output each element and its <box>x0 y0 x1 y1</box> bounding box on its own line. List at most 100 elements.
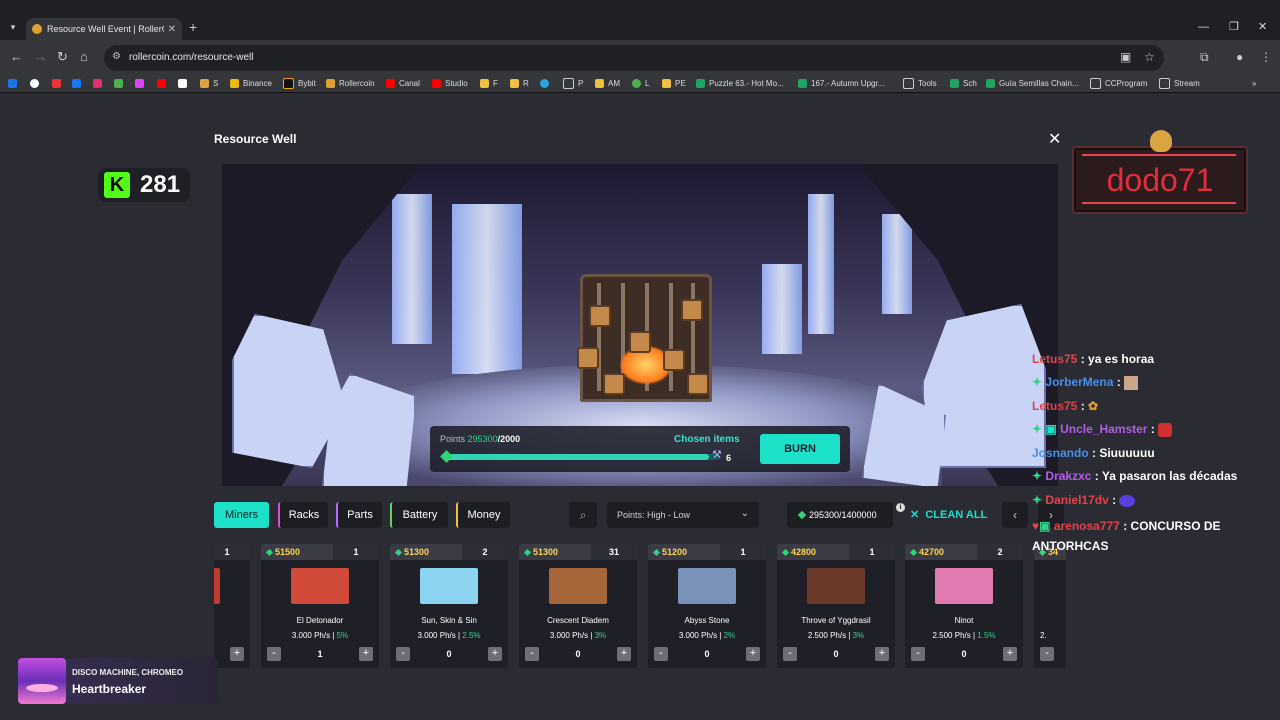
points-current: 295300 <box>467 434 498 444</box>
decrease-button[interactable]: - <box>396 647 410 661</box>
decrease-button[interactable]: - <box>267 647 281 661</box>
address-bar[interactable]: ⚙ rollercoin.com/resource-well ☆ ▣ <box>104 45 1164 71</box>
bookmark-icon-2[interactable] <box>52 76 65 90</box>
increase-button[interactable]: + <box>359 647 373 661</box>
bookmark-star-icon[interactable]: ☆ <box>1144 50 1155 64</box>
padlock-icon <box>577 347 599 369</box>
youtube-icon[interactable] <box>157 76 170 90</box>
info-icon[interactable]: i <box>896 503 905 512</box>
bookmark-label: Guía Semillas Chain... <box>999 78 1079 88</box>
bookmark-puzzle[interactable]: Puzzle 63.- Hot Mo... <box>696 76 784 90</box>
increase-button[interactable]: + <box>875 647 889 661</box>
tab-parts[interactable]: Parts <box>336 502 382 528</box>
search-icon[interactable]: ⌕ <box>569 502 597 528</box>
facebook-icon[interactable] <box>72 76 85 90</box>
bookmark-folder-p[interactable]: P <box>563 76 583 90</box>
bookmark-sch[interactable]: Sch <box>950 76 977 90</box>
chat-text: ya es horaa <box>1088 352 1155 366</box>
bookmark-icon-1[interactable] <box>30 76 43 90</box>
bookmarks-bar: S Binance Bybit Rollercoin Canal Studio … <box>0 74 1280 93</box>
increase-button[interactable]: + <box>617 647 631 661</box>
bookmark-r[interactable]: R <box>510 76 529 90</box>
bookmark-l[interactable]: L <box>632 76 649 90</box>
waterfall <box>882 214 912 314</box>
bookmark-rollercoin[interactable]: Rollercoin <box>326 76 375 90</box>
close-icon[interactable]: ✕ <box>1048 131 1061 149</box>
bookmark-autumn[interactable]: 167.- Autumn Upgr... <box>798 76 884 90</box>
card-power-value: 2. <box>1040 631 1047 640</box>
install-app-icon[interactable]: ▣ <box>1120 50 1131 64</box>
bookmark-stream[interactable]: Stream <box>1159 76 1200 90</box>
tab-search-icon[interactable]: ▾ <box>6 20 20 34</box>
miner-card[interactable]: 51500 1 El Detonador 3.000 Ph/s | 5% - 1… <box>261 544 379 668</box>
bookmark-canal[interactable]: Canal <box>386 76 420 90</box>
minimize-icon[interactable]: — <box>1198 22 1209 33</box>
bookmark-tools[interactable]: Tools <box>903 76 937 90</box>
menu-icon[interactable]: ⋮ <box>1260 50 1272 64</box>
decrease-button[interactable]: - <box>1040 647 1054 661</box>
card-price-value: 51300 <box>404 547 430 557</box>
back-icon[interactable]: ← <box>10 49 23 65</box>
clean-all-button[interactable]: ✕ CLEAN ALL <box>910 508 987 521</box>
gem-icon <box>440 450 453 463</box>
site-info-icon[interactable]: ⚙ <box>112 51 121 62</box>
x-icon[interactable] <box>178 76 191 90</box>
extensions-icon[interactable]: ⧉ <box>1200 50 1209 65</box>
new-tab-icon[interactable]: + <box>189 20 197 34</box>
bookmark-binance[interactable]: Binance <box>230 76 272 90</box>
bookmark-f[interactable]: F <box>480 76 498 90</box>
increase-button[interactable]: + <box>1003 647 1017 661</box>
bookmark-ccprogram[interactable]: CCProgram <box>1090 76 1147 90</box>
card-bonus: 3% <box>594 631 607 640</box>
bookmark-icon-3[interactable] <box>114 76 127 90</box>
card-quantity: 1 <box>720 544 766 560</box>
profile-icon[interactable]: ● <box>1236 50 1243 64</box>
bookmark-bybit[interactable]: Bybit <box>283 76 316 90</box>
tab-money[interactable]: Money <box>456 502 510 528</box>
bookmark-s[interactable]: S <box>200 76 218 90</box>
increase-button[interactable]: + <box>230 647 244 661</box>
more-bookmarks-icon[interactable]: » <box>1252 76 1256 90</box>
maximize-icon[interactable]: ❐ <box>1229 22 1239 33</box>
tab-miners[interactable]: Miners <box>214 502 269 528</box>
miner-card[interactable]: 34 2. - <box>1034 544 1066 668</box>
sort-select[interactable]: Points: High - Low ⌄ <box>607 502 759 528</box>
emote-icon: ✿ <box>1088 399 1099 413</box>
telegram-icon[interactable] <box>540 76 553 90</box>
bookmark-label: F <box>493 78 498 88</box>
neon-line <box>1082 202 1236 204</box>
decrease-button[interactable]: - <box>911 647 925 661</box>
decrease-button[interactable]: - <box>654 647 668 661</box>
decrease-button[interactable]: - <box>783 647 797 661</box>
increase-button[interactable]: + <box>746 647 760 661</box>
tab-racks[interactable]: Racks <box>278 502 328 528</box>
bookmark-am[interactable]: AM <box>595 76 620 90</box>
home-icon[interactable]: ⌂ <box>80 49 88 65</box>
bookmark-apps-icon[interactable] <box>8 76 21 90</box>
prev-page-button[interactable]: ‹ <box>1002 502 1028 528</box>
miner-card[interactable]: 1 3% + <box>214 544 250 668</box>
tab-battery[interactable]: Battery <box>390 502 448 528</box>
miner-card[interactable]: 51300 31 Crescent Diadem 3.000 Ph/s | 3%… <box>519 544 637 668</box>
card-bonus: 3% <box>852 631 865 640</box>
increase-button[interactable]: + <box>488 647 502 661</box>
close-window-icon[interactable]: ✕ <box>1258 22 1267 33</box>
forward-icon[interactable]: → <box>34 49 47 65</box>
bookmark-pe[interactable]: PE <box>662 76 686 90</box>
decrease-button[interactable]: - <box>525 647 539 661</box>
miner-card[interactable]: 51200 1 Abyss Stone 3.000 Ph/s | 2% - 0 … <box>648 544 766 668</box>
burn-button[interactable]: BURN <box>760 434 840 464</box>
miner-card[interactable]: 42700 2 Ninot 2.500 Ph/s | 1.5% - 0 + <box>905 544 1023 668</box>
bookmark-studio[interactable]: Studio <box>432 76 468 90</box>
close-tab-icon[interactable]: ✕ <box>168 24 176 35</box>
badge-icon: ▣ <box>1045 422 1057 436</box>
reload-icon[interactable]: ↻ <box>57 49 68 65</box>
instagram-icon[interactable] <box>93 76 106 90</box>
miner-card[interactable]: 42800 1 Throve of Yggdrasil 2.500 Ph/s |… <box>777 544 895 668</box>
bookmark-guia[interactable]: Guía Semillas Chain... <box>986 76 1079 90</box>
card-price: 42800 <box>781 547 816 557</box>
badge-icon: ✦ <box>1032 422 1043 436</box>
browser-tab[interactable]: Resource Well Event | RollerCoin ✕ <box>26 18 182 40</box>
miner-card[interactable]: 51300 2 Sun, Skin & Sin 3.000 Ph/s | 2.5… <box>390 544 508 668</box>
bookmark-icon-4[interactable] <box>135 76 148 90</box>
